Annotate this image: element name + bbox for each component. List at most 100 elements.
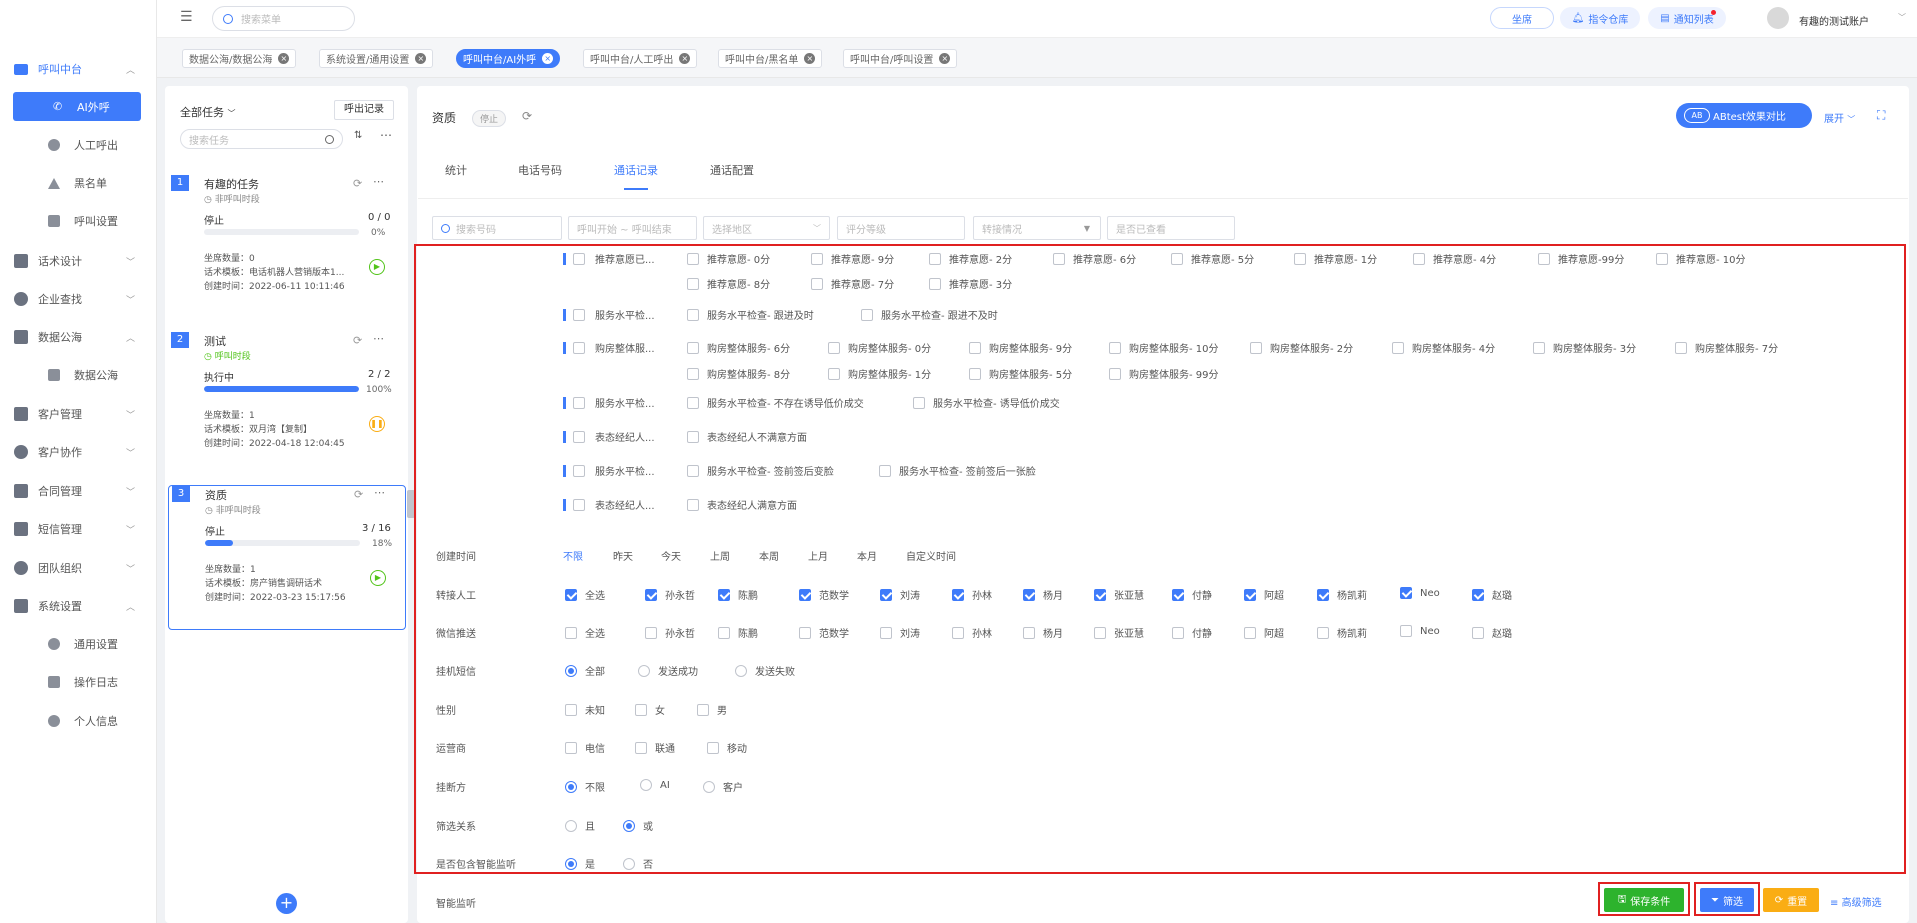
transfer-select[interactable]: 转接情况 ▼ <box>973 216 1101 240</box>
tab-tag[interactable]: 数据公海/数据公海 × <box>182 49 297 68</box>
time-option[interactable]: 本周 <box>759 548 779 563</box>
relation-option[interactable]: 或 <box>623 818 653 833</box>
fullscreen-icon[interactable]: ⛶ <box>1877 108 1885 123</box>
option-checkbox[interactable] <box>687 277 699 290</box>
tab-tag[interactable]: 呼叫中台/呼叫设置 × <box>843 49 958 68</box>
option-checkbox[interactable] <box>718 626 730 639</box>
option-radio[interactable] <box>565 780 577 793</box>
close-icon[interactable]: × <box>415 53 427 64</box>
tag-option[interactable]: 服务水平检查- 诱导低价成交 <box>913 395 1060 410</box>
command-button[interactable]: 🔔︎ 指令仓库 <box>1560 7 1640 29</box>
transfer-option[interactable]: 陈鹏 <box>718 587 758 602</box>
tag-option[interactable]: 购房整体服务- 8分 <box>687 366 790 381</box>
carrier-option[interactable]: 移动 <box>707 740 747 755</box>
option-checkbox[interactable] <box>952 588 964 601</box>
option-checkbox[interactable] <box>1023 626 1035 639</box>
tag-option[interactable]: 服务水平检查- 签前签后一张脸 <box>879 463 1036 478</box>
option-checkbox[interactable] <box>952 626 964 639</box>
tag-option[interactable]: 购房整体服务- 0分 <box>828 340 931 355</box>
group-checkbox[interactable] <box>573 308 585 321</box>
tag-option[interactable]: 推荐意愿- 7分 <box>811 276 894 291</box>
relation-option[interactable]: 且 <box>565 818 595 833</box>
tab[interactable]: 通话记录 <box>614 162 658 178</box>
tag-option[interactable]: 推荐意愿- 5分 <box>1171 251 1254 266</box>
option-checkbox[interactable] <box>880 588 892 601</box>
viewed-select[interactable]: 是否已查看 <box>1107 216 1235 240</box>
transfer-option[interactable]: 张亚慧 <box>1094 587 1144 602</box>
menu-system[interactable]: 系统设置 ︿ <box>14 591 176 621</box>
tag-option[interactable]: 推荐意愿- 8分 <box>687 276 770 291</box>
menu-data-sea[interactable]: 数据公海 ︿ <box>14 322 176 352</box>
option-checkbox[interactable] <box>929 277 941 290</box>
records-button[interactable]: 呼出记录 <box>334 100 394 120</box>
transfer-option[interactable]: 刘涛 <box>880 587 920 602</box>
transfer-option[interactable]: 阿超 <box>1244 587 1284 602</box>
transfer-option[interactable]: 杨月 <box>1023 587 1063 602</box>
search-input[interactable]: 搜索菜单 <box>241 11 281 26</box>
option-checkbox[interactable] <box>1244 588 1256 601</box>
refresh-icon[interactable]: ⟳ <box>353 334 362 347</box>
option-checkbox[interactable] <box>880 626 892 639</box>
option-checkbox[interactable] <box>687 430 699 443</box>
date-range-input[interactable]: 呼叫开始 ~ 呼叫结束 <box>568 216 697 240</box>
transfer-option[interactable]: 全选 <box>565 587 605 602</box>
option-checkbox[interactable] <box>861 308 873 321</box>
option-checkbox[interactable] <box>1413 252 1425 265</box>
menu-search[interactable]: 搜索菜单 <box>212 6 355 31</box>
pause-icon[interactable]: ❚❚ <box>369 416 385 432</box>
option-checkbox[interactable] <box>565 703 577 716</box>
tag-option[interactable]: 购房整体服务- 1分 <box>828 366 931 381</box>
gender-option[interactable]: 未知 <box>565 702 605 717</box>
task-filter[interactable]: 全部任务 ﹀ <box>180 104 236 120</box>
option-checkbox[interactable] <box>1172 588 1184 601</box>
option-checkbox[interactable] <box>687 396 699 409</box>
option-checkbox[interactable] <box>635 741 647 754</box>
task-card[interactable]: 1 有趣的任务 ◷ 非呼叫时段 ⟳ ⋯ 停止 0 / 0 0% 坐席数量：0 话术模板：电话机器人… <box>168 175 406 320</box>
sort-icon[interactable]: ⇅ <box>354 130 362 141</box>
menu-team[interactable]: 团队组织 ﹀ <box>14 553 176 583</box>
close-icon[interactable]: × <box>278 53 290 64</box>
menu-blacklist[interactable]: 黑名单 <box>48 168 107 198</box>
option-checkbox[interactable] <box>1472 588 1484 601</box>
option-checkbox[interactable] <box>1094 626 1106 639</box>
close-icon[interactable]: × <box>939 53 951 64</box>
more-icon[interactable]: ⋯ <box>373 175 384 188</box>
add-task-button[interactable]: + <box>276 893 297 914</box>
more-icon[interactable]: ⋯ <box>373 332 384 345</box>
option-checkbox[interactable] <box>828 341 840 354</box>
tag-option[interactable]: 表态经纪人满意方面 <box>687 497 797 512</box>
option-checkbox[interactable] <box>565 741 577 754</box>
option-checkbox[interactable] <box>913 396 925 409</box>
gender-option[interactable]: 男 <box>697 702 727 717</box>
option-checkbox[interactable] <box>1244 626 1256 639</box>
group-checkbox[interactable] <box>573 498 585 511</box>
wechat-option[interactable]: 刘涛 <box>880 625 920 640</box>
option-checkbox[interactable] <box>645 588 657 601</box>
tab-tag[interactable]: 呼叫中台/AI外呼 × <box>456 49 561 68</box>
wechat-option[interactable]: 阿超 <box>1244 625 1284 640</box>
option-checkbox[interactable] <box>565 626 577 639</box>
menu-customer[interactable]: 客户管理 ﹀ <box>14 399 176 429</box>
gender-option[interactable]: 女 <box>635 702 665 717</box>
tag-option[interactable]: 服务水平检查- 不存在诱导低价成交 <box>687 395 864 410</box>
option-checkbox[interactable] <box>1538 252 1550 265</box>
menu-collab[interactable]: 客户协作 ﹀ <box>14 437 176 467</box>
refresh-icon[interactable]: ⟳ <box>354 488 363 501</box>
task-search-input[interactable]: 搜索任务 <box>189 132 229 147</box>
tag-option[interactable]: 购房整体服务- 2分 <box>1250 340 1353 355</box>
close-icon[interactable]: × <box>804 53 816 64</box>
wechat-option[interactable]: 孙林 <box>952 625 992 640</box>
tag-option[interactable]: 推荐意愿- 2分 <box>929 251 1012 266</box>
refresh-icon[interactable]: ⟳ <box>522 109 532 123</box>
tag-option[interactable]: 推荐意愿- 4分 <box>1413 251 1496 266</box>
more-icon[interactable]: ⋯ <box>380 128 392 142</box>
option-checkbox[interactable] <box>1023 588 1035 601</box>
tag-option[interactable]: 推荐意愿- 10分 <box>1656 251 1746 266</box>
tab[interactable]: 统计 <box>445 162 467 178</box>
option-checkbox[interactable] <box>811 277 823 290</box>
option-checkbox[interactable] <box>969 341 981 354</box>
time-option[interactable]: 上周 <box>710 548 730 563</box>
tag-option[interactable]: 推荐意愿- 6分 <box>1053 251 1136 266</box>
option-checkbox[interactable] <box>707 741 719 754</box>
option-radio[interactable] <box>638 664 650 677</box>
